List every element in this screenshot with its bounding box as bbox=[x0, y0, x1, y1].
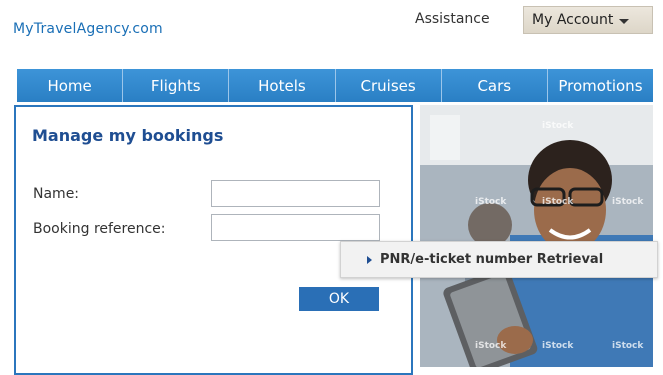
watermark-7: iStock bbox=[612, 341, 644, 351]
nav-item-cruises[interactable]: Cruises bbox=[335, 69, 442, 102]
watermark-2: iStock bbox=[475, 197, 507, 207]
ok-button[interactable]: OK bbox=[299, 287, 379, 311]
nav-item-cars[interactable]: Cars bbox=[441, 69, 548, 102]
manage-bookings-panel: Manage my bookings Name: Booking referen… bbox=[14, 105, 413, 375]
watermark-1: iStock bbox=[542, 121, 574, 131]
name-label: Name: bbox=[33, 186, 80, 202]
main-nav: Home Flights Hotels Cruises Cars Promoti… bbox=[17, 69, 654, 102]
person-with-tablet-illustration bbox=[420, 105, 653, 367]
my-account-dropdown[interactable]: My Account bbox=[523, 6, 653, 34]
nav-item-hotels[interactable]: Hotels bbox=[229, 69, 336, 102]
nav-item-promotions[interactable]: Promotions bbox=[547, 69, 654, 102]
pnr-retrieval-label: PNR/e-ticket number Retrieval bbox=[380, 252, 604, 267]
watermark-4: iStock bbox=[612, 197, 644, 207]
panel-title: Manage my bookings bbox=[32, 126, 224, 145]
site-logo[interactable]: MyTravelAgency.com bbox=[13, 21, 163, 37]
promo-photo: iStock iStock iStock iStock iStock iStoc… bbox=[420, 105, 653, 367]
booking-reference-label: Booking reference: bbox=[33, 221, 166, 237]
chevron-down-icon bbox=[619, 18, 630, 24]
watermark-5: iStock bbox=[475, 341, 507, 351]
pnr-retrieval-link[interactable]: PNR/e-ticket number Retrieval bbox=[340, 241, 658, 278]
watermark-3: iStock bbox=[542, 197, 574, 207]
assistance-link[interactable]: Assistance bbox=[415, 11, 490, 27]
triangle-right-icon bbox=[367, 255, 372, 264]
name-input[interactable] bbox=[211, 180, 380, 207]
booking-reference-input[interactable] bbox=[211, 214, 380, 241]
my-account-label: My Account bbox=[532, 12, 614, 28]
watermark-6: iStock bbox=[542, 341, 574, 351]
nav-item-flights[interactable]: Flights bbox=[123, 69, 230, 102]
nav-item-home[interactable]: Home bbox=[17, 69, 124, 102]
